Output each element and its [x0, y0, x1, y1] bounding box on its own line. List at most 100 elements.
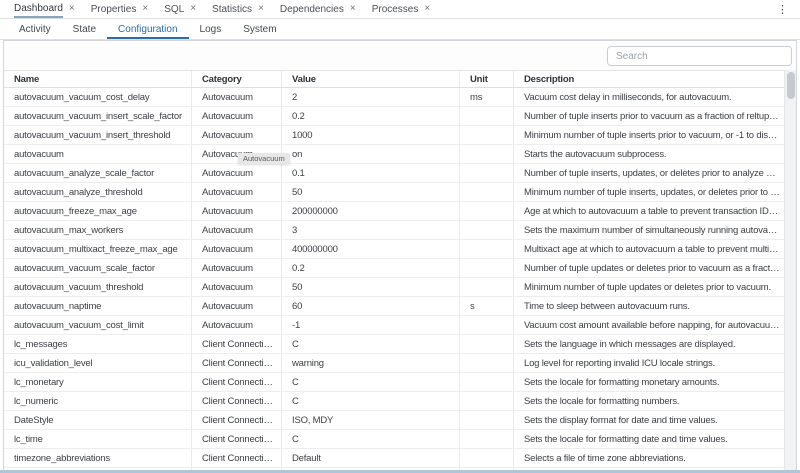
- cell-unit: ms: [460, 88, 514, 106]
- cell-category: Autovacuum: [192, 221, 282, 239]
- tab-dashboard[interactable]: Dashboard×: [8, 0, 85, 18]
- subtab-logs[interactable]: Logs: [189, 21, 233, 39]
- cell-category: Client Connection D...: [192, 373, 282, 391]
- tab-label: SQL: [164, 2, 184, 17]
- cell-name: autovacuum_vacuum_cost_limit: [4, 316, 192, 334]
- tab-properties[interactable]: Properties×: [85, 0, 158, 18]
- cell-description: Sets the locale for formatting monetary …: [514, 373, 784, 391]
- table-row[interactable]: autovacuum_vacuum_insert_thresholdAutova…: [4, 126, 784, 145]
- table-row[interactable]: lc_monetaryClient Connection D...CSets t…: [4, 373, 784, 392]
- cell-value: C: [282, 392, 460, 410]
- cell-category: Autovacuum: [192, 183, 282, 201]
- subtab-system[interactable]: System: [232, 21, 287, 39]
- table-row[interactable]: autovacuum_analyze_thresholdAutovacuum50…: [4, 183, 784, 202]
- cell-unit: [460, 240, 514, 258]
- cell-value: 50: [282, 278, 460, 296]
- cell-category: Autovacuum: [192, 202, 282, 220]
- table-row[interactable]: autovacuum_max_workersAutovacuum3Sets th…: [4, 221, 784, 240]
- tab-label: Statistics: [212, 2, 252, 17]
- cell-unit: [460, 202, 514, 220]
- subtab-state[interactable]: State: [62, 21, 107, 39]
- cell-category: Autovacuum: [192, 126, 282, 144]
- table-row[interactable]: timezone_abbreviationsClient Connection …: [4, 449, 784, 468]
- subtab-activity[interactable]: Activity: [8, 21, 62, 39]
- cell-name: autovacuum_analyze_threshold: [4, 183, 192, 201]
- cell-description: Multixact age at which to autovacuum a t…: [514, 240, 784, 258]
- column-header-category[interactable]: Category: [192, 71, 282, 87]
- table-row[interactable]: lc_numericClient Connection D...CSets th…: [4, 392, 784, 411]
- table-row[interactable]: DateStyleClient Connection D...ISO, MDYS…: [4, 411, 784, 430]
- close-icon[interactable]: ×: [350, 4, 356, 14]
- tab-statistics[interactable]: Statistics ×: [206, 0, 274, 18]
- cell-value: 3: [282, 221, 460, 239]
- column-header-name[interactable]: Name: [4, 71, 192, 87]
- close-icon[interactable]: ×: [142, 4, 148, 14]
- cell-value: 0.2: [282, 107, 460, 125]
- cell-value: 60: [282, 297, 460, 315]
- cell-unit: [460, 373, 514, 391]
- table-row[interactable]: autovacuumAutovacuumonStarts the autovac…: [4, 145, 784, 164]
- cell-name: lc_messages: [4, 335, 192, 353]
- cell-description: Selects a file of time zone abbreviation…: [514, 449, 784, 467]
- column-header-description[interactable]: Description: [514, 71, 784, 87]
- table-row[interactable]: autovacuum_analyze_scale_factorAutovacuu…: [4, 164, 784, 183]
- cell-value: 200000000: [282, 202, 460, 220]
- cell-value: 0.1: [282, 164, 460, 182]
- table-row[interactable]: lc_messagesClient Connection D...CSets t…: [4, 335, 784, 354]
- vertical-scrollbar[interactable]: [784, 70, 796, 471]
- search-input[interactable]: [607, 46, 792, 66]
- cell-description: Sets the maximum number of simultaneousl…: [514, 221, 784, 239]
- cell-unit: [460, 126, 514, 144]
- table-row[interactable]: icu_validation_levelClient Connection D.…: [4, 354, 784, 373]
- cell-value: ISO, MDY: [282, 411, 460, 429]
- subtab-configuration[interactable]: Configuration: [107, 21, 188, 39]
- cell-category: Autovacuum: [192, 240, 282, 258]
- cell-unit: [460, 145, 514, 163]
- tab-processes[interactable]: Processes×: [366, 0, 441, 18]
- grid-toolbar: [4, 41, 796, 70]
- table-row[interactable]: lc_timeClient Connection D...CSets the l…: [4, 430, 784, 449]
- table-row[interactable]: autovacuum_vacuum_thresholdAutovacuum50M…: [4, 278, 784, 297]
- cell-value: warning: [282, 354, 460, 372]
- cell-unit: [460, 107, 514, 125]
- cell-category: Autovacuum: [192, 107, 282, 125]
- cell-value: Default: [282, 449, 460, 467]
- tab-dependencies[interactable]: Dependencies×: [274, 0, 366, 18]
- column-header-value[interactable]: Value: [282, 71, 460, 87]
- cell-category: Autovacuum: [192, 88, 282, 106]
- cell-description: Vacuum cost delay in milliseconds, for a…: [514, 88, 784, 106]
- cell-description: Minimum number of tuple inserts, updates…: [514, 183, 784, 201]
- table-row[interactable]: autovacuum_freeze_max_ageAutovacuum20000…: [4, 202, 784, 221]
- scrollbar-thumb[interactable]: [787, 72, 795, 99]
- table-row[interactable]: autovacuum_vacuum_scale_factorAutovacuum…: [4, 259, 784, 278]
- cell-unit: [460, 449, 514, 467]
- kebab-menu-icon[interactable]: ⋮: [773, 1, 792, 18]
- cell-value: C: [282, 373, 460, 391]
- cell-category: Autovacuum: [192, 164, 282, 182]
- column-header-unit[interactable]: Unit: [460, 71, 514, 87]
- cell-name: autovacuum_vacuum_cost_delay: [4, 88, 192, 106]
- cell-category: Client Connection D...: [192, 430, 282, 448]
- close-icon[interactable]: ×: [258, 4, 264, 14]
- close-icon[interactable]: ×: [424, 4, 430, 14]
- cell-value: on: [282, 145, 460, 163]
- cell-value: C: [282, 430, 460, 448]
- close-icon[interactable]: ×: [190, 4, 196, 14]
- cell-description: Log level for reporting invalid ICU loca…: [514, 354, 784, 372]
- table-row[interactable]: autovacuum_multixact_freeze_max_ageAutov…: [4, 240, 784, 259]
- cell-description: Sets the display format for date and tim…: [514, 411, 784, 429]
- tab-sql[interactable]: SQL ×: [158, 0, 206, 18]
- table-row[interactable]: autovacuum_vacuum_cost_limitAutovacuum-1…: [4, 316, 784, 335]
- table-row[interactable]: autovacuum_vacuum_insert_scale_factorAut…: [4, 107, 784, 126]
- cell-unit: [460, 392, 514, 410]
- cell-unit: [460, 430, 514, 448]
- cell-description: Time to sleep between autovacuum runs.: [514, 297, 784, 315]
- cell-value: 0.2: [282, 259, 460, 277]
- cell-value: 2: [282, 88, 460, 106]
- cell-value: -1: [282, 316, 460, 334]
- cell-unit: [460, 335, 514, 353]
- close-icon[interactable]: ×: [69, 4, 75, 14]
- table-row[interactable]: autovacuum_naptimeAutovacuum60sTime to s…: [4, 297, 784, 316]
- configuration-panel: NameCategoryValueUnitDescription autovac…: [3, 40, 797, 471]
- table-row[interactable]: autovacuum_vacuum_cost_delayAutovacuum2m…: [4, 88, 784, 107]
